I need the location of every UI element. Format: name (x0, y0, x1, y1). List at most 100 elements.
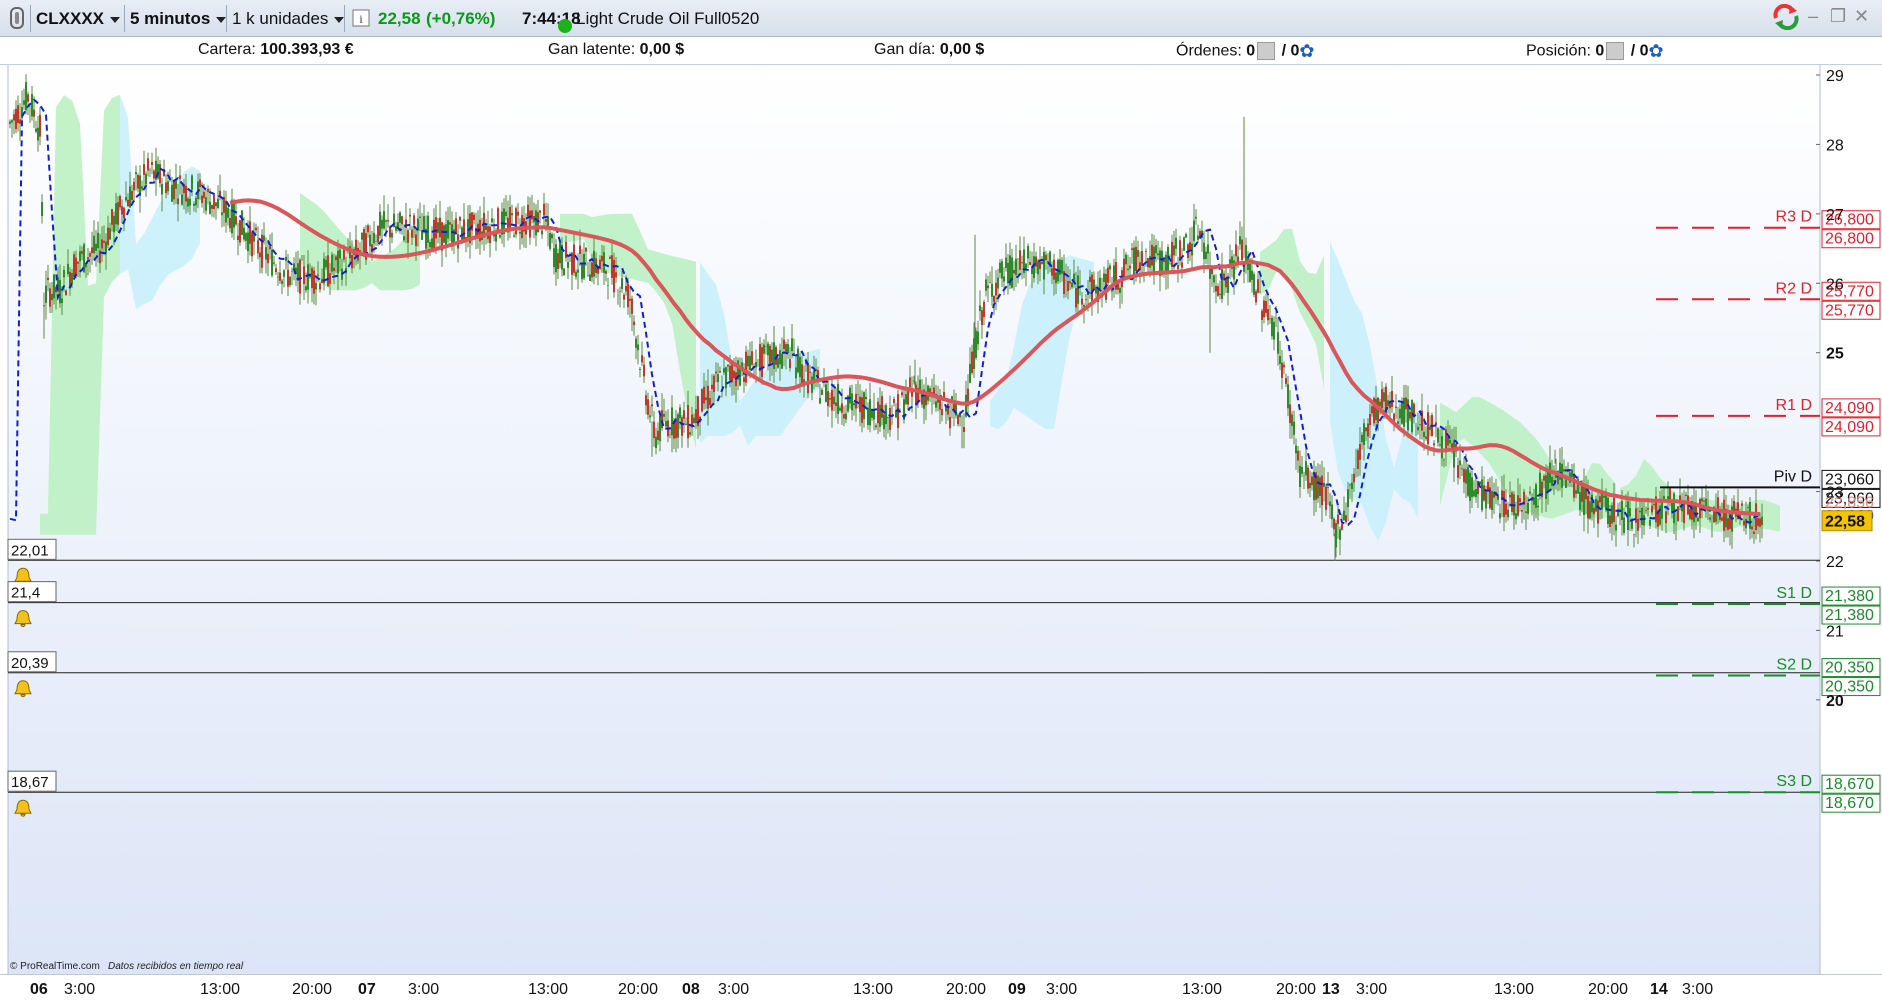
time-axis-day-label: 14 (1650, 981, 1668, 998)
day-gain-value: 0,00 $ (939, 41, 985, 58)
time-axis-hour-label: 13:00 (1182, 981, 1222, 998)
time-axis-day-label: 13 (1322, 981, 1340, 998)
realtime-text: Datos recibidos en tiempo real (108, 961, 244, 972)
portfolio-info: Cartera: 100.393,93 € (198, 41, 354, 59)
orders-total: / 0 (1281, 42, 1300, 60)
chart-toolbar: CLXXXX 5 minutos 1 k unidades i 22,58 (+… (0, 0, 1882, 37)
info-icon[interactable]: i (352, 5, 370, 32)
units-selector[interactable]: 1 k unidades (232, 5, 345, 32)
chevron-down-icon (334, 16, 345, 23)
time-axis-hour-label: 3:00 (408, 981, 439, 998)
close-position-icon[interactable] (1606, 41, 1625, 60)
level-label: S1 D (1776, 585, 1812, 602)
gear-icon[interactable]: ✿ (1299, 41, 1314, 62)
day-gain-label: Gan día: (874, 41, 936, 58)
level-value: 20,350 (1825, 660, 1874, 677)
level-value: 24,090 (1825, 400, 1874, 417)
time-axis-day-label: 07 (358, 981, 376, 998)
time-axis-hour-label: 3:00 (1046, 981, 1077, 998)
timeframe-label: 5 minutos (130, 9, 211, 28)
instrument-name: Light Crude Oil Full0520 (576, 9, 760, 28)
close-icon[interactable]: ✕ (1854, 6, 1869, 27)
alert-price-label: 22,01 (11, 542, 49, 559)
level-label: S2 D (1776, 657, 1812, 674)
time-axis-hour-label: 13:00 (853, 981, 893, 998)
y-tick-label: 23 (1826, 485, 1844, 502)
price-chart[interactable]: 22,0121,420,3918,67 R3 D 26,80026,800R2 D… (0, 65, 1882, 974)
chevron-down-icon (216, 16, 227, 23)
price-change: (+0,76%) (426, 9, 496, 28)
level-label: R3 D (1776, 209, 1812, 226)
cancel-orders-icon[interactable] (1257, 41, 1276, 60)
y-tick-label: 29 (1826, 68, 1844, 85)
level-label: Piv D (1774, 468, 1812, 485)
latent-gain-value: 0,00 $ (639, 41, 685, 58)
time-axis-day-label: 08 (682, 981, 700, 998)
level-label: R1 D (1776, 397, 1812, 414)
alert-price-label: 18,67 (11, 774, 49, 791)
y-tick-label: 26 (1826, 276, 1844, 293)
restore-icon[interactable]: ❐ (1830, 6, 1846, 27)
level-label: S3 D (1776, 773, 1812, 790)
account-status-bar: Cartera: 100.393,93 € Gan latente: 0,00 … (0, 37, 1882, 65)
y-tick-label: 20 (1826, 693, 1844, 710)
time-axis: 06 3:00 13:00 20:00 07 3:00 13:00 20:00 08 3:00 13… (0, 974, 1882, 1000)
y-tick-label: 25 (1826, 346, 1844, 363)
position-label: Posición: (1526, 42, 1591, 60)
y-tick-label: 21 (1826, 623, 1844, 640)
level-value: 26,800 (1825, 231, 1874, 248)
position-value: 0 (1595, 42, 1605, 60)
portfolio-label: Cartera: (198, 41, 256, 58)
y-tick-label: 28 (1826, 137, 1844, 154)
time-axis-hour-label: 3:00 (64, 981, 95, 998)
chevron-down-icon (110, 16, 121, 23)
level-value: 25,770 (1825, 302, 1874, 319)
time-axis-hour-label: 20:00 (1588, 981, 1628, 998)
position-total: / 0 (1630, 42, 1649, 60)
level-value: 18,670 (1825, 776, 1874, 793)
time-axis-hour-label: 20:00 (618, 981, 658, 998)
level-value: 24,090 (1825, 419, 1874, 436)
level-label: R2 D (1776, 280, 1812, 297)
time-axis-hour-label: 3:00 (1682, 981, 1713, 998)
position-info: Posición: 0 / 0✿ (1526, 41, 1664, 62)
time-axis-hour-label: 13:00 (528, 981, 568, 998)
current-price-label: 22,58 (1825, 514, 1865, 531)
orders-value: 0 (1246, 42, 1256, 60)
latent-gain-label: Gan latente: (548, 41, 636, 58)
time-axis-hour-label: 20:00 (1276, 981, 1316, 998)
time-axis-hour-label: 3:00 (1356, 981, 1387, 998)
time-axis-hour-label: 20:00 (946, 981, 986, 998)
symbol-label: CLXXXX (36, 9, 105, 28)
level-value: 21,380 (1825, 607, 1874, 624)
plot-background (8, 65, 1820, 974)
minimize-icon[interactable]: – (1808, 6, 1818, 27)
credit-text: © ProRealTime.com (10, 961, 100, 972)
latent-gain-info: Gan latente: 0,00 $ (548, 41, 684, 59)
gear-icon[interactable]: ✿ (1649, 41, 1664, 62)
alert-price-label: 21,4 (11, 585, 40, 602)
time-axis-hour-label: 20:00 (292, 981, 332, 998)
symbol-selector[interactable]: CLXXXX (36, 5, 121, 32)
footer-credit: © ProRealTime.com Datos recibidos en tie… (10, 961, 244, 972)
level-value: 21,380 (1825, 588, 1874, 605)
time-axis-hour-label: 13:00 (1494, 981, 1534, 998)
y-tick-label: 22 (1826, 554, 1844, 571)
refresh-icon[interactable] (1772, 3, 1800, 35)
day-gain-info: Gan día: 0,00 $ (874, 41, 984, 59)
y-tick-label: 27 (1826, 207, 1844, 224)
orders-info: Órdenes: 0 / 0✿ (1176, 41, 1315, 62)
status-dot-icon (558, 14, 572, 33)
last-price: 22,58 (378, 9, 421, 28)
time-axis-hour-label: 3:00 (718, 981, 749, 998)
time-axis-hour-label: 13:00 (200, 981, 240, 998)
level-value: 18,670 (1825, 795, 1874, 812)
time-axis-day-label: 09 (1008, 981, 1026, 998)
time-axis-day-label: 06 (30, 981, 48, 998)
units-label: 1 k unidades (232, 9, 329, 28)
alert-price-label: 20,39 (11, 655, 49, 672)
link-icon[interactable] (8, 5, 26, 32)
orders-label: Órdenes: (1176, 42, 1242, 60)
timeframe-selector[interactable]: 5 minutos (130, 5, 227, 32)
portfolio-value: 100.393,93 € (260, 41, 354, 58)
